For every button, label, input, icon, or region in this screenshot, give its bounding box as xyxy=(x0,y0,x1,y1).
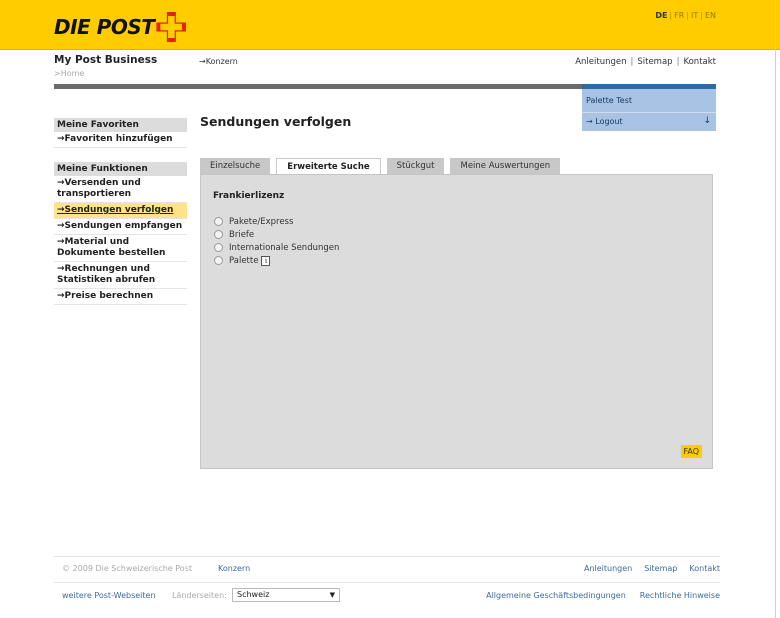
sidebar-item-sendungen-empfangen[interactable]: →Sendungen empfangen xyxy=(54,219,187,235)
konzern-link[interactable]: →Konzern xyxy=(199,57,238,66)
brand-title[interactable]: My Post Business xyxy=(54,54,157,66)
sidebar-item-preise[interactable]: →Preise berechnen xyxy=(54,289,187,305)
chevron-down-icon: ▼ xyxy=(329,591,335,599)
faq-button[interactable]: FAQ xyxy=(680,445,702,458)
divider-bar xyxy=(54,84,582,89)
lang-it[interactable]: IT xyxy=(691,11,698,20)
country-select[interactable]: Schweiz ▼ xyxy=(232,588,340,602)
option-internationale-sendungen[interactable]: Internationale Sendungen xyxy=(214,241,339,254)
footer-kontakt-link[interactable]: Kontakt xyxy=(689,564,720,573)
legal-links: Allgemeine Geschäftsbedingungen Rechtlic… xyxy=(486,591,720,600)
footer-bottom: weitere Post-Webseiten Länderseiten: Sch… xyxy=(62,588,720,604)
favorites-heading: Meine Favoriten xyxy=(54,118,187,132)
lang-en[interactable]: EN xyxy=(705,11,716,20)
country-label: Länderseiten: xyxy=(172,591,227,600)
anleitungen-link[interactable]: Anleitungen xyxy=(575,57,626,67)
sidebar: Meine Favoriten →Favoriten hinzufügen Me… xyxy=(54,118,187,305)
swiss-cross-icon xyxy=(156,12,187,42)
user-name[interactable]: Palette Test xyxy=(586,96,632,105)
footer-konzern-link[interactable]: Konzern xyxy=(218,564,250,573)
agb-link[interactable]: Allgemeine Geschäftsbedingungen xyxy=(486,591,626,600)
lang-fr[interactable]: FR xyxy=(674,11,684,20)
favorites-add-link[interactable]: →Favoriten hinzufügen xyxy=(54,132,187,148)
functions-heading: Meine Funktionen xyxy=(54,162,187,176)
breadcrumb-home[interactable]: >Home xyxy=(54,69,84,78)
option-briefe[interactable]: Briefe xyxy=(214,228,339,241)
search-panel: Frankierlizenz Pakete/Express Briefe Int… xyxy=(200,174,713,469)
legal-notice-link[interactable]: Rechtliche Hinweise xyxy=(640,591,720,600)
language-switcher: DE | FR | IT | EN xyxy=(655,11,716,20)
top-links: Anleitungen | Sitemap | Kontakt xyxy=(575,57,716,67)
user-box: Palette Test → Logout ↓ xyxy=(582,89,716,131)
logo-text: DIE POST xyxy=(54,15,155,39)
logout-link[interactable]: → Logout xyxy=(586,117,623,126)
footer-anleitungen-link[interactable]: Anleitungen xyxy=(584,564,632,573)
info-icon[interactable]: i xyxy=(261,255,271,266)
sidebar-item-versenden[interactable]: →Versenden und transportieren xyxy=(54,176,187,203)
tab-einzelsuche[interactable]: Einzelsuche xyxy=(200,158,271,174)
lang-de[interactable]: DE xyxy=(655,11,667,20)
footer-links: Anleitungen Sitemap Kontakt xyxy=(584,564,720,573)
tab-erweiterte-suche[interactable]: Erweiterte Suche xyxy=(276,158,381,175)
kontakt-link[interactable]: Kontakt xyxy=(683,57,716,67)
radio-button[interactable] xyxy=(214,256,223,265)
radio-button[interactable] xyxy=(214,243,223,252)
radio-button[interactable] xyxy=(214,217,223,226)
license-options: Pakete/Express Briefe Internationale Sen… xyxy=(214,215,339,267)
sidebar-item-rechnungen[interactable]: →Rechnungen und Statistiken abrufen xyxy=(54,262,187,289)
search-tabs: Einzelsuche Erweiterte Suche Stückgut Me… xyxy=(200,158,561,175)
more-sites-link[interactable]: weitere Post-Webseiten xyxy=(62,591,156,600)
sitemap-link[interactable]: Sitemap xyxy=(637,57,672,67)
copyright: © 2009 Die Schweizerische Post xyxy=(62,564,192,573)
die-post-logo[interactable]: DIE POST xyxy=(54,12,187,42)
page-title: Sendungen verfolgen xyxy=(200,114,352,129)
option-pakete-express[interactable]: Pakete/Express xyxy=(214,215,339,228)
sidebar-item-sendungen-verfolgen[interactable]: →Sendungen verfolgen xyxy=(54,203,187,219)
sidebar-item-material-bestellen[interactable]: →Material und Dokumente bestellen xyxy=(54,235,187,262)
footer-sitemap-link[interactable]: Sitemap xyxy=(644,564,677,573)
frankierlizenz-heading: Frankierlizenz xyxy=(213,191,285,201)
tab-stueckgut[interactable]: Stückgut xyxy=(386,158,445,174)
option-palette[interactable]: Palette i xyxy=(214,254,339,267)
site-header: DIE POST DE | FR | IT | EN xyxy=(0,0,780,50)
arrow-down-icon[interactable]: ↓ xyxy=(703,116,711,126)
tab-meine-auswertungen[interactable]: Meine Auswertungen xyxy=(450,158,561,174)
top-bar: My Post Business >Home →Konzern Anleitun… xyxy=(54,54,716,84)
radio-button[interactable] xyxy=(214,230,223,239)
